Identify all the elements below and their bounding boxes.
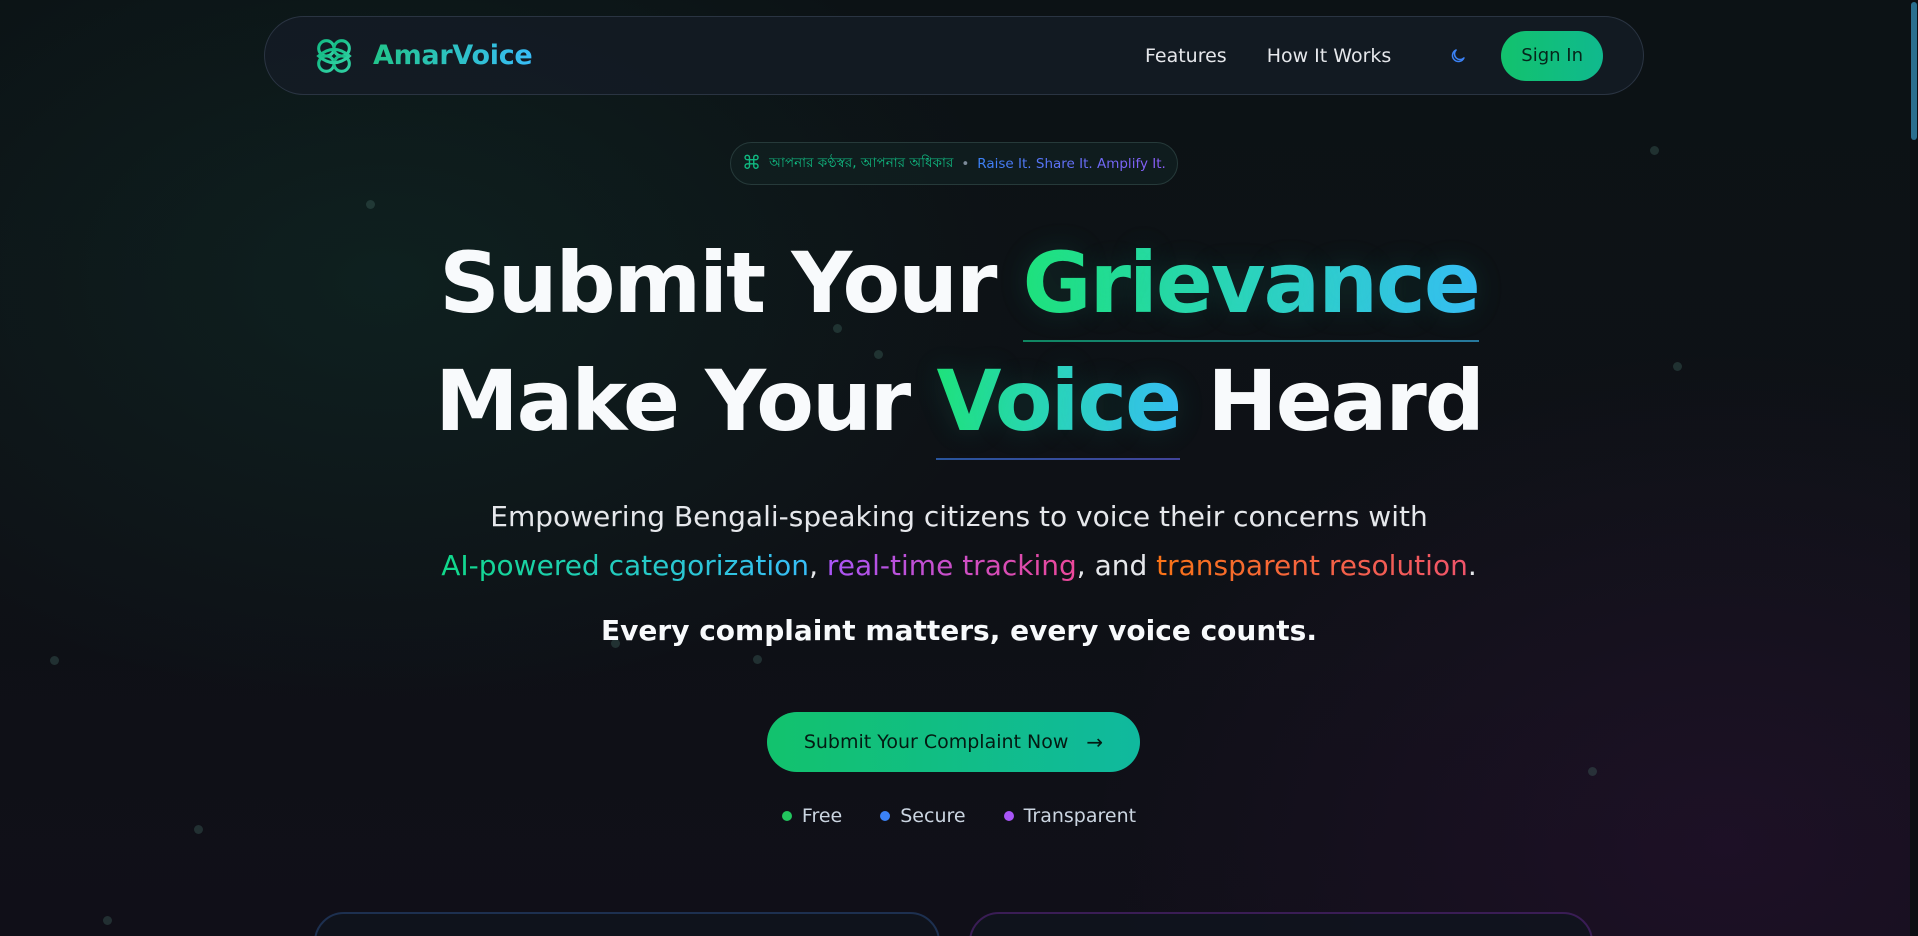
description-and: , and [1076, 549, 1148, 582]
tagline-separator: • [961, 155, 970, 172]
background-particle [366, 200, 375, 209]
badge-dot [781, 811, 792, 821]
top-navbar: AmarVoice Features How It Works Sign In [264, 16, 1644, 95]
brand[interactable]: AmarVoice [311, 33, 533, 79]
sign-in-button[interactable]: Sign In [1501, 30, 1603, 81]
badge-dot [880, 811, 891, 821]
hero-description-line-2: AI-powered categorization, real-time tra… [0, 549, 1918, 582]
hero-highlight-grievance: Grievance [1022, 234, 1481, 342]
background-particle [753, 655, 762, 664]
tagline-badge: ⌘ আপনার কণ্ঠস্বর, আপনার অধিকার • Raise I… [730, 142, 1178, 185]
nav-links: Features How It Works Sign In [1145, 30, 1603, 81]
badge-label: Secure [900, 805, 966, 827]
celtic-knot-icon [316, 38, 352, 73]
hero-description-line-1: Empowering Bengali-speaking citizens to … [490, 500, 1428, 533]
feature-card-left [314, 912, 940, 936]
feature-real-time-tracking: real-time tracking [826, 549, 1077, 582]
feature-ai-categorization: AI-powered categorization [441, 549, 810, 582]
hero-heading-line-1: Submit Your Grievance [0, 234, 1918, 342]
background-particle [50, 656, 59, 665]
badge-free: Free [781, 805, 843, 827]
badge-transparent: Transparent [1003, 805, 1137, 827]
background-particle [1588, 767, 1597, 776]
feature-transparent-resolution: transparent resolution [1156, 549, 1468, 582]
description-comma: , [809, 549, 818, 582]
hero-line-2-suffix: Heard [1180, 352, 1485, 450]
arrow-right-icon: → [1086, 730, 1104, 754]
submit-complaint-button[interactable]: Submit Your Complaint Now → [767, 712, 1140, 772]
brand-name: AmarVoice [373, 40, 533, 71]
badge-dot [1003, 811, 1014, 821]
scrollbar-thumb[interactable] [1911, 2, 1917, 140]
background-particle [1650, 146, 1659, 155]
badge-secure: Secure [880, 805, 966, 827]
moon-icon [1452, 48, 1466, 62]
nav-link-how-it-works[interactable]: How It Works [1267, 45, 1392, 67]
hero-heading-line-2: Make Your Voice Heard [0, 352, 1918, 460]
scrollbar[interactable] [1910, 0, 1918, 936]
trust-badges: Free Secure Transparent [0, 805, 1918, 827]
submit-complaint-label: Submit Your Complaint Now [803, 731, 1069, 753]
badge-label: Free [801, 805, 843, 827]
background-particle [103, 916, 112, 925]
hero-motto: Every complaint matters, every voice cou… [601, 614, 1317, 647]
hero-line-1-prefix: Submit Your [439, 234, 1023, 332]
nav-link-features[interactable]: Features [1145, 45, 1227, 67]
command-icon: ⌘ [742, 152, 762, 174]
landing-page: AmarVoice Features How It Works Sign In … [0, 0, 1918, 936]
tagline-english: Raise It. Share It. Amplify It. [977, 155, 1166, 172]
hero-line-2-prefix: Make Your [435, 352, 937, 450]
feature-card-right [969, 912, 1593, 936]
badge-label: Transparent [1023, 805, 1137, 827]
tagline-bengali: আপনার কণ্ঠস্বর, আপনার অধিকার [769, 155, 954, 171]
hero-highlight-voice: Voice [936, 352, 1182, 460]
theme-toggle-button[interactable] [1443, 41, 1473, 71]
description-period: . [1467, 549, 1477, 582]
